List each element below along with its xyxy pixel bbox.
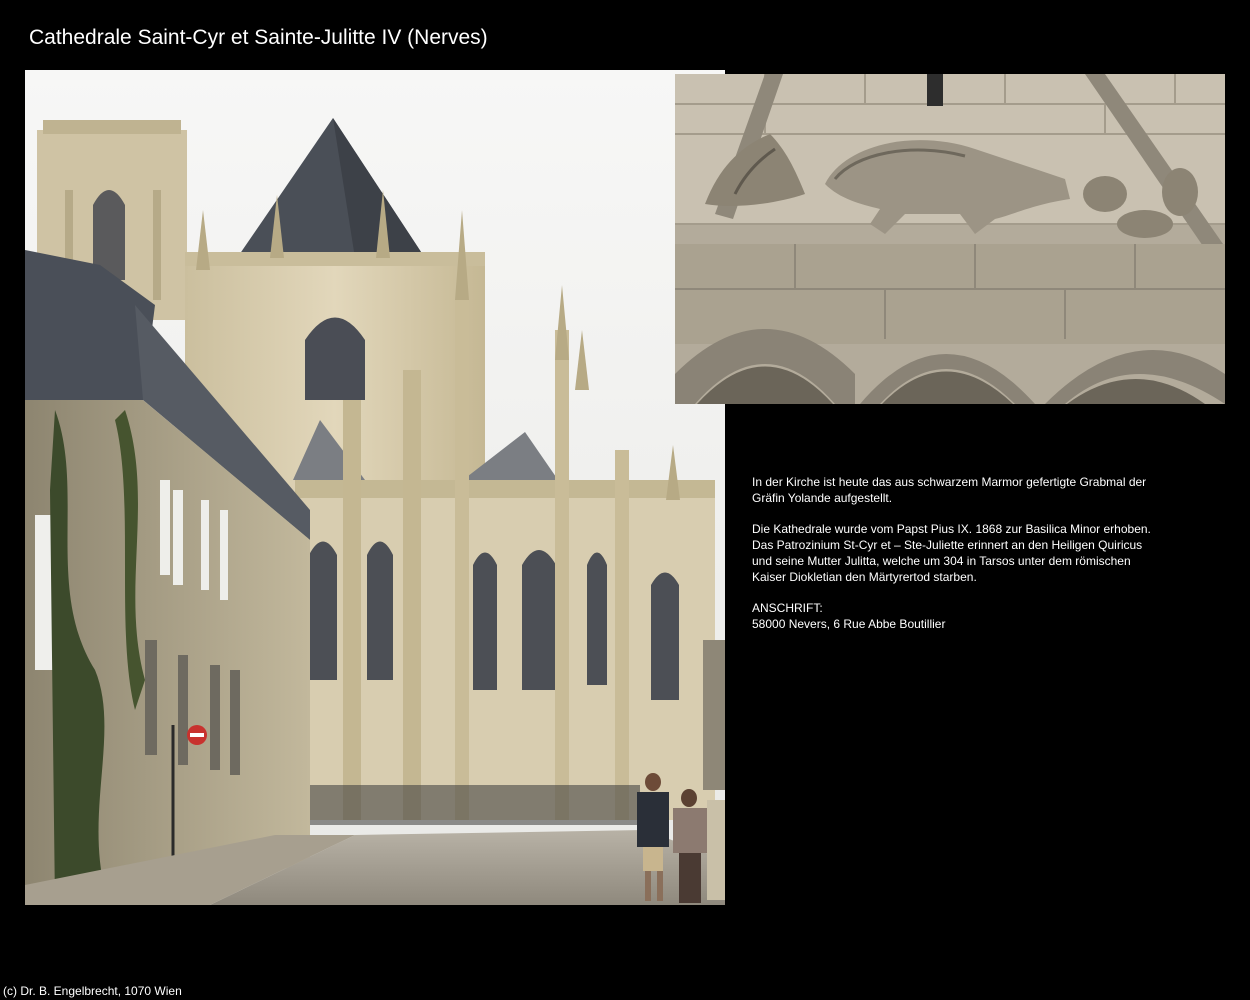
page-title: Cathedrale Saint-Cyr et Sainte-Julitte I… [29, 26, 488, 49]
description-paragraph-history: Die Kathedrale wurde vom Papst Pius IX. … [752, 522, 1151, 584]
copyright-footer: (c) Dr. B. Engelbrecht, 1070 Wien [3, 984, 182, 998]
address-block: ANSCHRIFT: 58000 Nevers, 6 Rue Abbe Bout… [752, 601, 946, 632]
cathedral-photo [25, 70, 725, 905]
relief-detail-photo [675, 74, 1225, 404]
description-paragraph-grabmal: In der Kirche ist heute das aus schwarze… [752, 475, 1147, 505]
description-text: In der Kirche ist heute das aus schwarze… [752, 475, 1172, 649]
